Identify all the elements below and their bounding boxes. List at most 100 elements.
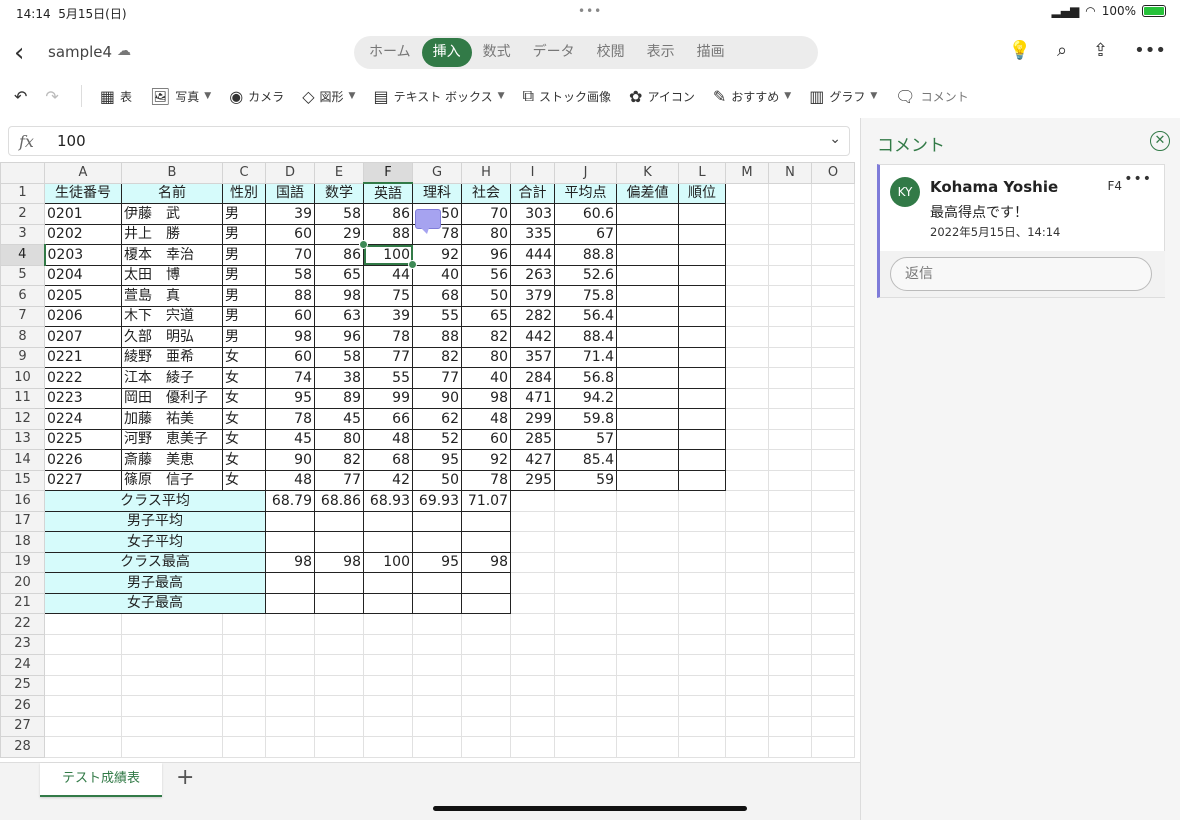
row-header[interactable]: 17 [0, 510, 45, 532]
table-cell[interactable]: 0224 [44, 408, 122, 430]
summary-cell[interactable] [314, 572, 364, 594]
table-cell[interactable]: 男 [222, 203, 266, 225]
table-cell[interactable] [616, 367, 679, 389]
cell[interactable] [554, 695, 617, 717]
table-cell[interactable] [678, 367, 726, 389]
tab-6[interactable]: 描画 [686, 38, 736, 67]
cell[interactable] [678, 715, 726, 737]
cell[interactable] [725, 592, 769, 614]
cell[interactable] [363, 633, 413, 655]
header-cell[interactable]: 順位 [678, 182, 726, 204]
table-cell[interactable]: 284 [510, 367, 555, 389]
column-header-J[interactable]: J [554, 162, 617, 184]
share-icon[interactable]: ⇪ [1093, 40, 1108, 61]
summary-label[interactable]: 男子最高 [44, 572, 266, 594]
cell[interactable] [768, 408, 812, 430]
cell[interactable] [265, 736, 315, 758]
row-header[interactable]: 4 [0, 244, 46, 266]
cell[interactable] [363, 695, 413, 717]
table-cell[interactable]: 男 [222, 326, 266, 348]
table-cell[interactable]: 68 [412, 285, 462, 307]
cell[interactable] [616, 510, 679, 532]
cell[interactable] [44, 695, 122, 717]
cell[interactable] [768, 510, 812, 532]
cell[interactable] [811, 695, 855, 717]
cell[interactable] [811, 469, 855, 491]
cell[interactable] [616, 715, 679, 737]
table-cell[interactable]: 55 [412, 305, 462, 327]
cell[interactable] [222, 695, 266, 717]
cell[interactable] [725, 674, 769, 696]
cell[interactable] [314, 695, 364, 717]
cell[interactable] [768, 244, 812, 266]
chart-button[interactable]: ▥ グラフ ▼ [809, 87, 877, 106]
summary-label[interactable]: 女子平均 [44, 531, 266, 553]
cell[interactable] [616, 572, 679, 594]
search-icon[interactable]: ⌕ [1057, 40, 1067, 61]
row-header[interactable]: 12 [0, 408, 45, 430]
table-cell[interactable]: 江本 綾子 [121, 367, 223, 389]
cell[interactable] [725, 551, 769, 573]
cell[interactable] [363, 613, 413, 635]
summary-label[interactable]: クラス最高 [44, 551, 266, 573]
table-cell[interactable]: 471 [510, 387, 555, 409]
cell[interactable] [510, 633, 555, 655]
summary-cell[interactable] [265, 592, 315, 614]
spreadsheet-grid[interactable]: A B C D E F G H I J K L M N O 1 生徒番号 名前 性別 国語 数学 英語 理科 社会 合計 平均点偏… [0, 162, 860, 762]
table-cell[interactable]: 66 [363, 408, 413, 430]
table-cell[interactable]: 48 [461, 408, 511, 430]
table-cell[interactable]: 82 [314, 449, 364, 471]
table-cell[interactable]: 57 [554, 428, 617, 450]
cell[interactable] [121, 695, 223, 717]
summary-label[interactable]: クラス平均 [44, 490, 266, 512]
cell[interactable] [725, 203, 769, 225]
summary-cell[interactable] [412, 572, 462, 594]
cell[interactable] [678, 531, 726, 553]
cell[interactable] [412, 695, 462, 717]
table-cell[interactable]: 92 [461, 449, 511, 471]
header-cell[interactable]: 理科 [412, 182, 462, 204]
cell[interactable] [811, 182, 855, 204]
cell[interactable] [725, 408, 769, 430]
cell[interactable] [461, 715, 511, 737]
table-cell[interactable] [678, 428, 726, 450]
column-header-K[interactable]: K [616, 162, 679, 184]
cell[interactable] [811, 490, 855, 512]
table-cell[interactable] [678, 264, 726, 286]
table-cell[interactable]: 444 [510, 244, 555, 266]
cell[interactable] [678, 654, 726, 676]
cell[interactable] [44, 674, 122, 696]
cell[interactable] [412, 715, 462, 737]
table-cell[interactable]: 96 [461, 244, 511, 266]
chevron-down-icon[interactable]: ⌄ [829, 131, 841, 147]
recommended-button[interactable]: ✎ おすすめ ▼ [713, 87, 791, 106]
cell[interactable] [678, 633, 726, 655]
cell[interactable] [510, 572, 555, 594]
cell[interactable] [768, 264, 812, 286]
comment-card[interactable]: KY Kohama Yoshie F4 ••• 最高得点です！ 2022年5月1… [877, 164, 1165, 298]
cell[interactable] [725, 326, 769, 348]
table-cell[interactable]: 0227 [44, 469, 122, 491]
tab-1[interactable]: 挿入 [421, 38, 472, 67]
cell[interactable] [121, 715, 223, 737]
header-cell[interactable]: 国語 [265, 182, 315, 204]
reply-input[interactable]: 返信 [890, 257, 1152, 291]
row-header[interactable]: 5 [0, 264, 45, 286]
cell[interactable] [725, 305, 769, 327]
table-cell[interactable]: 0204 [44, 264, 122, 286]
header-cell[interactable]: 平均点 [554, 182, 617, 204]
table-cell[interactable]: 80 [461, 346, 511, 368]
summary-cell[interactable]: 68.79 [265, 490, 315, 512]
summary-cell[interactable] [461, 592, 511, 614]
cell[interactable] [768, 203, 812, 225]
cell[interactable] [768, 367, 812, 389]
table-cell[interactable]: 60.6 [554, 203, 617, 225]
cell[interactable] [725, 387, 769, 409]
table-cell[interactable]: 88 [412, 326, 462, 348]
table-cell[interactable]: 98 [461, 387, 511, 409]
table-cell[interactable]: 63 [314, 305, 364, 327]
cell[interactable] [768, 531, 812, 553]
table-cell[interactable]: 48 [265, 469, 315, 491]
summary-cell[interactable]: 100 [363, 551, 413, 573]
table-cell[interactable]: 女 [222, 387, 266, 409]
